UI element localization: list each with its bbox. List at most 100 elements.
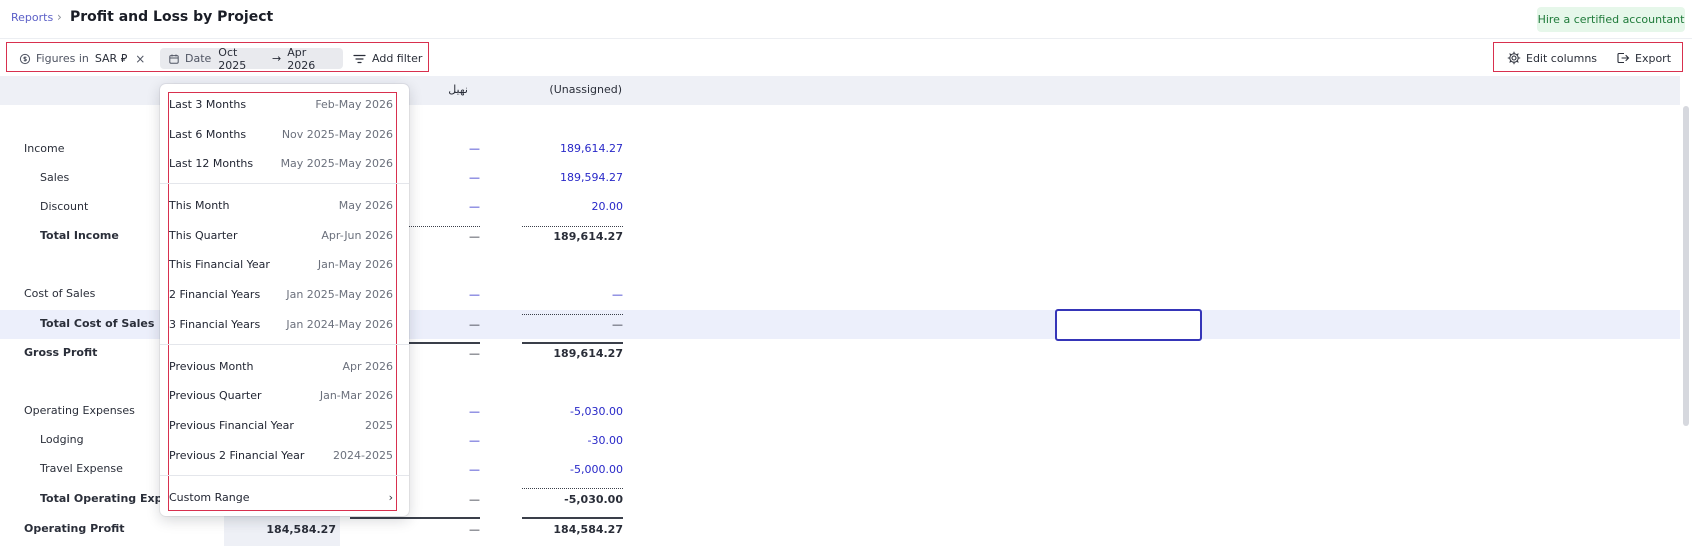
edit-columns-button[interactable]: Edit columns — [1507, 49, 1597, 67]
cell-operating-expenses-unassigned[interactable]: -5,030.00 — [570, 405, 623, 418]
row-label-total-income: Total Income — [40, 229, 119, 242]
cell-sales-nahil[interactable]: — — [469, 171, 480, 184]
row-label-operating-expenses[interactable]: Operating Expenses — [24, 404, 135, 417]
row-label-gross-profit: Gross Profit — [24, 346, 98, 359]
menu-item-range: 2024-2025 — [333, 448, 393, 462]
add-filter-label: Add filter — [372, 52, 423, 65]
cell-total-cost-of-sales-nahil: — — [469, 318, 480, 331]
row-label-operating-profit: Operating Profit — [24, 522, 125, 535]
column-header-unassigned: (Unassigned) — [549, 83, 622, 96]
cell-cost-of-sales-nahil[interactable]: — — [469, 288, 480, 301]
export-button[interactable]: Export — [1616, 49, 1671, 67]
currency-icon — [19, 53, 31, 65]
calendar-icon — [168, 53, 180, 65]
chevron-right-icon: › — [388, 490, 393, 504]
date-range-menu: Last 3 Months Feb-May 2026 Last 6 Months… — [160, 84, 409, 516]
menu-divider — [160, 344, 409, 345]
figures-label: Figures in — [36, 52, 89, 65]
date-to: Apr 2026 — [287, 45, 316, 72]
menu-item-label: Last 6 Months — [169, 127, 247, 141]
menu-item-label: Previous Quarter — [169, 388, 262, 402]
menu-item-range: Jan-Mar 2026 — [319, 388, 393, 402]
cell-total-operating-expenses-nahil: — — [469, 493, 480, 506]
menu-item-range: May 2025-May 2026 — [280, 156, 393, 170]
menu-item-previous-quarter[interactable]: Previous Quarter Jan-Mar 2026 — [169, 383, 393, 407]
cell-cost-of-sales-unassigned[interactable]: — — [612, 288, 623, 301]
menu-item-label: Last 3 Months — [169, 97, 247, 111]
menu-item-label: 2 Financial Years — [169, 287, 261, 301]
filter-group: Figures in SAR ⃁ × Date Oct 2025 → Apr 2… — [6, 42, 429, 72]
menu-item-range: Jan-May 2026 — [317, 257, 393, 271]
cell-operating-profit-project: 184,584.27 — [266, 523, 336, 536]
page-header: Reports › Profit and Loss by Project Hir… — [0, 0, 1692, 39]
cell-total-income-unassigned: 189,614.27 — [553, 230, 623, 243]
breadcrumb-reports-link[interactable]: Reports — [11, 11, 53, 24]
menu-item-range: May 2026 — [338, 198, 393, 212]
edit-columns-label: Edit columns — [1526, 51, 1598, 65]
export-label: Export — [1635, 51, 1672, 65]
menu-item-3-financial-years[interactable]: 3 Financial Years Jan 2024-May 2026 — [169, 312, 393, 336]
divider-line — [522, 517, 623, 519]
breadcrumb-separator: › — [57, 10, 62, 24]
selected-cell[interactable] — [1055, 309, 1202, 341]
menu-item-range: 2025 — [365, 418, 393, 432]
menu-item-label: This Month — [169, 198, 230, 212]
cell-operating-profit-unassigned: 184,584.27 — [553, 523, 623, 536]
menu-item-label: Previous Month — [169, 359, 254, 373]
row-label-total-cost-of-sales: Total Cost of Sales — [40, 317, 155, 330]
cell-discount-unassigned[interactable]: 20.00 — [592, 200, 624, 213]
cell-operating-profit-nahil: — — [469, 523, 480, 536]
row-label-sales[interactable]: Sales — [40, 171, 69, 184]
menu-item-2-financial-years[interactable]: 2 Financial Years Jan 2025-May 2026 — [169, 282, 393, 306]
menu-item-previous-2-financial-year[interactable]: Previous 2 Financial Year 2024-2025 — [169, 443, 393, 467]
cell-discount-nahil[interactable]: — — [469, 200, 480, 213]
cell-income-nahil[interactable]: — — [469, 142, 480, 155]
filter-lines-icon — [353, 54, 366, 64]
menu-item-custom-range[interactable]: Custom Range › — [169, 485, 393, 509]
cell-travel-expense-unassigned[interactable]: -5,000.00 — [570, 463, 623, 476]
menu-item-this-financial-year[interactable]: This Financial Year Jan-May 2026 — [169, 252, 393, 276]
menu-item-label: Last 12 Months — [169, 156, 254, 170]
column-header-nahil: نهيل — [448, 83, 468, 96]
divider-line — [522, 342, 623, 344]
date-from: Oct 2025 — [218, 45, 247, 72]
menu-divider — [160, 183, 409, 184]
row-label-income[interactable]: Income — [24, 142, 64, 155]
menu-item-last-12-months[interactable]: Last 12 Months May 2025-May 2026 — [169, 151, 393, 175]
menu-item-range: Apr-Jun 2026 — [321, 228, 393, 242]
toolbar-actions: Edit columns Export — [1493, 42, 1683, 72]
add-filter-button[interactable]: Add filter — [353, 48, 422, 69]
page-title: Profit and Loss by Project — [70, 9, 274, 25]
row-label-lodging[interactable]: Lodging — [40, 433, 84, 446]
gear-icon — [1507, 51, 1521, 65]
menu-item-label: Custom Range — [169, 490, 250, 504]
menu-item-this-month[interactable]: This Month May 2026 — [169, 193, 393, 217]
menu-item-range: Nov 2025-May 2026 — [281, 127, 393, 141]
menu-item-this-quarter[interactable]: This Quarter Apr-Jun 2026 — [169, 223, 393, 247]
menu-item-last-6-months[interactable]: Last 6 Months Nov 2025-May 2026 — [169, 122, 393, 146]
close-icon[interactable]: × — [135, 52, 145, 66]
date-filter-chip[interactable]: Date Oct 2025 → Apr 2026 — [160, 45, 343, 72]
cell-lodging-unassigned[interactable]: -30.00 — [588, 434, 623, 447]
row-label-cost-of-sales[interactable]: Cost of Sales — [24, 287, 95, 300]
vertical-scrollbar[interactable] — [1683, 106, 1689, 426]
menu-item-last-3-months[interactable]: Last 3 Months Feb-May 2026 — [169, 92, 393, 116]
cell-sales-unassigned[interactable]: 189,594.27 — [560, 171, 623, 184]
cell-lodging-nahil[interactable]: — — [469, 434, 480, 447]
menu-divider — [160, 475, 409, 476]
hire-accountant-button[interactable]: Hire a certified accountant — [1537, 7, 1685, 32]
figures-in-chip[interactable]: Figures in SAR ⃁ × — [13, 48, 151, 69]
cell-income-unassigned[interactable]: 189,614.27 — [560, 142, 623, 155]
row-label-travel-expense[interactable]: Travel Expense — [40, 462, 123, 475]
menu-item-label: This Financial Year — [169, 257, 270, 271]
menu-item-label: 3 Financial Years — [169, 317, 261, 331]
menu-item-range: Apr 2026 — [342, 359, 393, 373]
arrow-right-icon: → — [272, 52, 282, 65]
menu-item-previous-financial-year[interactable]: Previous Financial Year 2025 — [169, 413, 393, 437]
divider-line — [350, 517, 480, 519]
cell-travel-expense-nahil[interactable]: — — [469, 463, 480, 476]
menu-item-previous-month[interactable]: Previous Month Apr 2026 — [169, 354, 393, 378]
cell-operating-expenses-nahil[interactable]: — — [469, 405, 480, 418]
row-label-discount[interactable]: Discount — [40, 200, 88, 213]
menu-item-label: Previous Financial Year — [169, 418, 294, 432]
